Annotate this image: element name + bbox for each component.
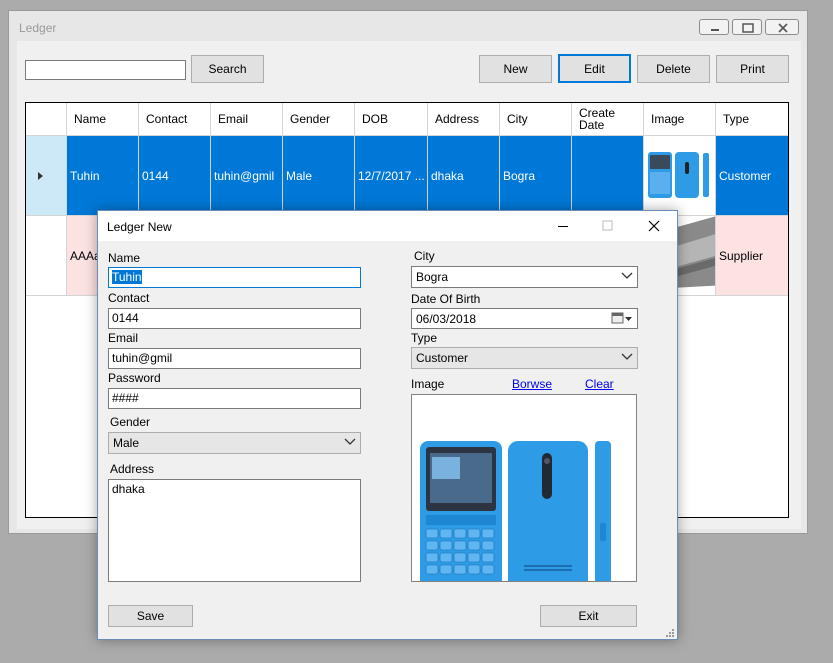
exit-button[interactable]: Exit: [540, 605, 637, 627]
save-button[interactable]: Save: [108, 605, 193, 627]
type-value: Customer: [416, 351, 469, 365]
column-header-address[interactable]: Address: [428, 103, 500, 136]
table-cell-gender[interactable]: Male: [283, 136, 355, 216]
name-value-selected: Tuhin: [112, 270, 142, 284]
password-field[interactable]: ####: [108, 388, 361, 409]
table-cell-image[interactable]: [644, 136, 716, 216]
column-header-image[interactable]: Image: [644, 103, 716, 136]
row-header-corner: [26, 103, 67, 136]
column-header-contact[interactable]: Contact: [139, 103, 211, 136]
browse-link[interactable]: Borwse: [512, 377, 552, 391]
chevron-down-icon: [621, 272, 633, 279]
city-select[interactable]: Bogra: [411, 266, 638, 288]
name-label: Name: [108, 251, 141, 265]
delete-button[interactable]: Delete: [637, 55, 710, 83]
new-button[interactable]: New: [479, 55, 552, 83]
email-field[interactable]: tuhin@gmil: [108, 348, 361, 369]
dialog-titlebar[interactable]: Ledger New: [98, 211, 677, 241]
search-button[interactable]: Search: [191, 55, 264, 83]
search-input[interactable]: [25, 60, 186, 80]
city-value: Bogra: [416, 270, 449, 284]
email-label: Email: [108, 331, 139, 345]
table-cell-type[interactable]: Supplier: [716, 216, 788, 296]
column-header-gender[interactable]: Gender: [283, 103, 355, 136]
current-row-arrow-icon: [38, 171, 43, 180]
resize-grip-icon[interactable]: [664, 627, 676, 639]
gender-value: Male: [113, 436, 140, 450]
minimize-button[interactable]: [699, 19, 729, 35]
table-cell-name[interactable]: Tuhin: [67, 136, 139, 216]
type-select[interactable]: Customer: [411, 347, 638, 369]
close-icon: [778, 23, 788, 33]
phone-thumbnail-image: [648, 151, 709, 198]
minimize-icon: [711, 29, 719, 31]
table-cell-email[interactable]: tuhin@gmil: [211, 136, 283, 216]
column-header-dob[interactable]: DOB: [355, 103, 428, 136]
image-label: Image: [411, 377, 445, 391]
window-title: Ledger: [19, 21, 57, 35]
column-header-city[interactable]: City: [500, 103, 572, 136]
dob-value: 06/03/2018: [416, 312, 477, 326]
contact-label: Contact: [108, 291, 150, 305]
ledger-new-dialog: Ledger New Name Tuhin Contact 0144 Email…: [97, 210, 678, 640]
phone-preview-image: [420, 441, 611, 581]
column-header-type[interactable]: Type: [716, 103, 788, 136]
table-cell-type[interactable]: Customer: [716, 136, 788, 216]
maximize-button[interactable]: [732, 19, 762, 35]
table-cell-dob[interactable]: 12/7/2017 ...: [355, 136, 428, 216]
chevron-down-icon: [344, 438, 356, 445]
print-button[interactable]: Print: [716, 55, 789, 83]
type-label: Type: [411, 331, 438, 345]
table-cell-create-date[interactable]: [572, 136, 644, 216]
dob-datepicker[interactable]: 06/03/2018: [411, 308, 638, 329]
close-icon[interactable]: [644, 218, 664, 234]
gender-label: Gender: [110, 415, 151, 429]
maximize-icon[interactable]: [598, 219, 618, 233]
row-header[interactable]: [26, 216, 67, 296]
calendar-icon: [611, 312, 632, 324]
chevron-down-icon: [621, 353, 633, 360]
column-header-create-date[interactable]: Create Date: [572, 103, 644, 136]
image-preview: [411, 394, 637, 582]
row-header-selected[interactable]: [26, 136, 67, 216]
table-cell-contact[interactable]: 0144: [139, 136, 211, 216]
contact-field[interactable]: 0144: [108, 308, 361, 329]
dialog-title: Ledger New: [107, 220, 172, 234]
address-textarea[interactable]: dhaka: [108, 479, 361, 582]
column-header-email[interactable]: Email: [211, 103, 283, 136]
table-cell-city[interactable]: Bogra: [500, 136, 572, 216]
maximize-icon: [742, 23, 754, 33]
minimize-icon[interactable]: [553, 219, 573, 233]
dob-label: Date Of Birth: [411, 292, 481, 306]
city-label: City: [414, 249, 435, 263]
table-cell-address[interactable]: dhaka: [428, 136, 500, 216]
password-label: Password: [108, 371, 161, 385]
close-button[interactable]: [765, 19, 799, 35]
edit-button[interactable]: Edit: [558, 54, 631, 83]
name-field[interactable]: Tuhin: [108, 267, 361, 288]
clear-link[interactable]: Clear: [585, 377, 614, 391]
column-header-name[interactable]: Name: [67, 103, 139, 136]
gender-select[interactable]: Male: [108, 432, 361, 454]
address-label: Address: [110, 462, 155, 476]
